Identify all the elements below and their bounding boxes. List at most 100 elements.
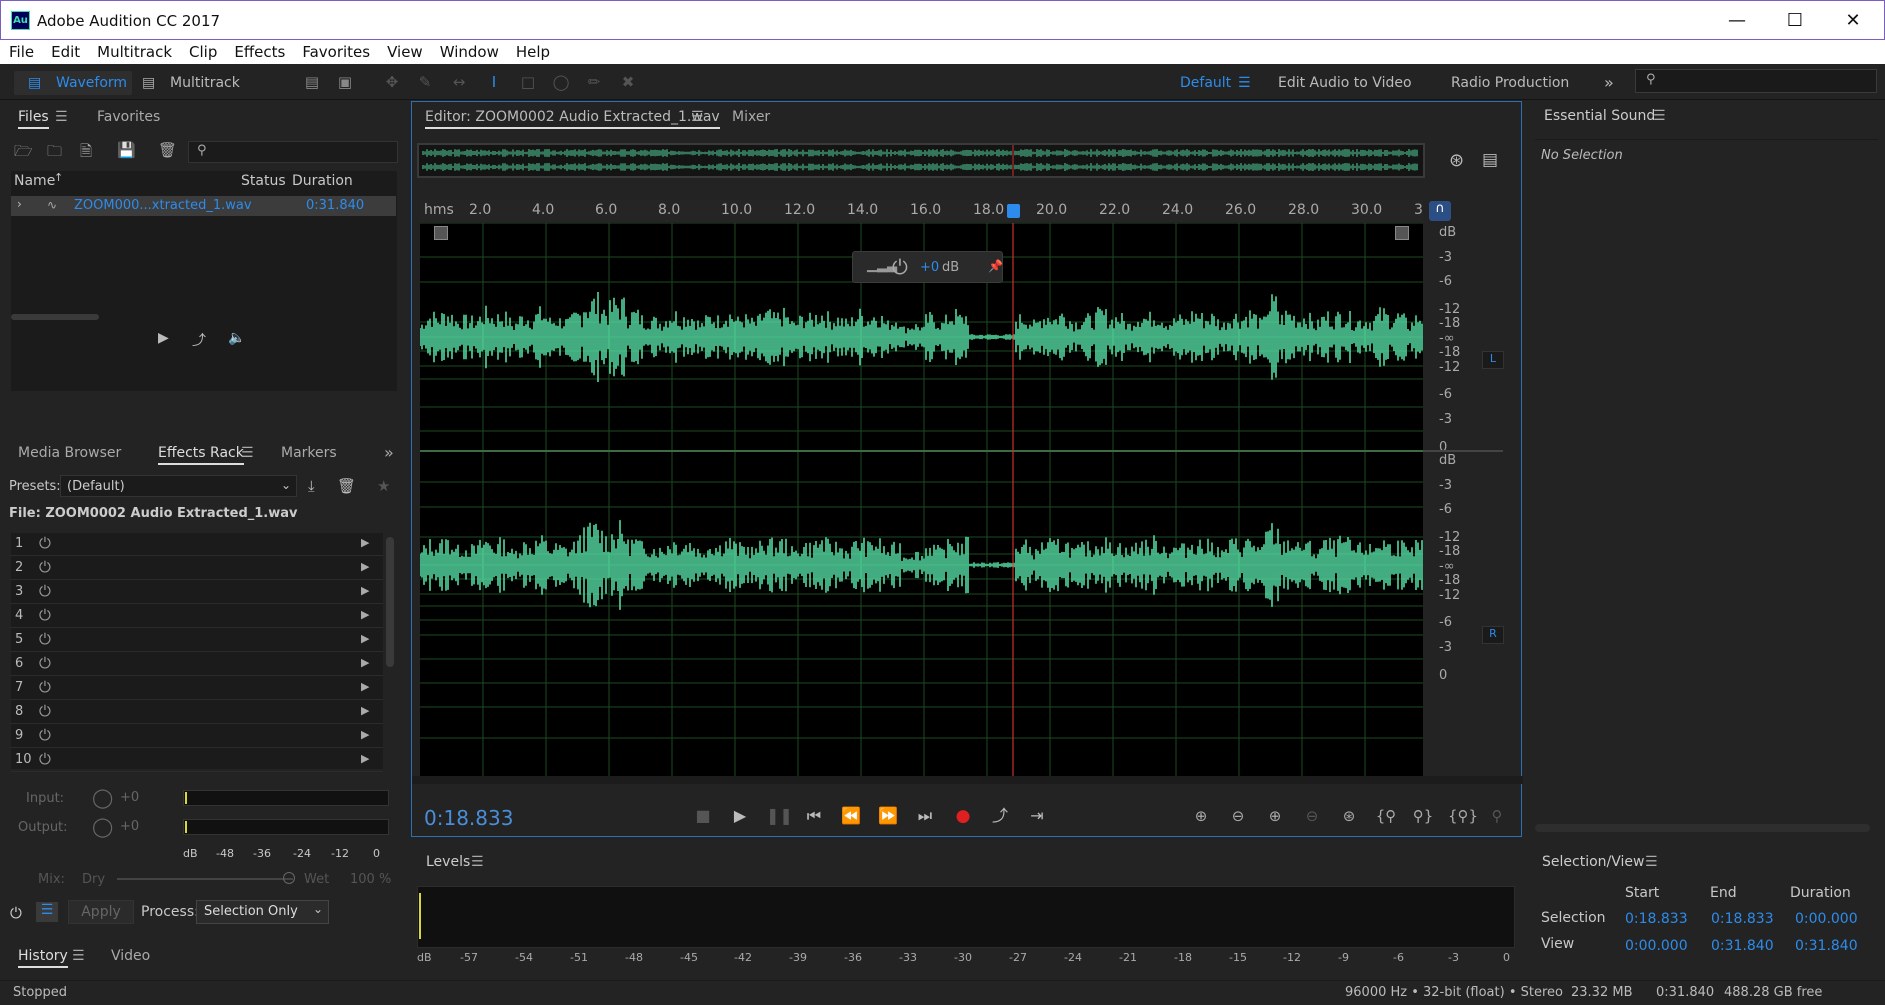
selection-view-menu-icon[interactable]: ☰ bbox=[1645, 854, 1658, 870]
power-icon[interactable]: ⏻ bbox=[39, 534, 51, 552]
power-icon[interactable]: ⏻ bbox=[39, 702, 51, 720]
slot-arrow-icon[interactable]: ▶ bbox=[361, 728, 369, 741]
pitch-display-icon[interactable]: ▣ bbox=[335, 73, 355, 91]
input-gain-value[interactable]: +0 bbox=[120, 790, 139, 805]
files-horizontal-scrollbar[interactable] bbox=[11, 314, 99, 320]
power-icon[interactable]: ⏻ bbox=[39, 678, 51, 696]
column-status[interactable]: Status bbox=[241, 173, 286, 189]
file-row[interactable]: › ∿ ZOOM000...xtracted_1.wav 0:31.840 bbox=[11, 196, 396, 216]
workspace-default[interactable]: Default bbox=[1180, 71, 1231, 95]
previous-button[interactable]: ⏮ bbox=[803, 805, 825, 827]
effect-slot[interactable]: 1 ⏻ ▶ bbox=[11, 533, 383, 556]
power-icon[interactable]: ⏻ bbox=[39, 630, 51, 648]
workspace-radio-production[interactable]: Radio Production bbox=[1451, 71, 1569, 95]
zoom-in-amplitude-icon[interactable]: ⊕ bbox=[1189, 805, 1213, 827]
menu-file[interactable]: File bbox=[9, 43, 34, 61]
skip-selection-button[interactable]: ⇥ bbox=[1026, 805, 1048, 827]
power-icon[interactable]: ⏻ bbox=[39, 558, 51, 576]
favorite-star-icon[interactable]: ★ bbox=[377, 477, 390, 495]
razor-tool-icon[interactable]: ✎ bbox=[415, 73, 435, 91]
zoom-out-full-icon[interactable]: ⊛ bbox=[1337, 805, 1361, 827]
overview-menu-icon[interactable]: ▤ bbox=[1482, 150, 1498, 170]
power-icon[interactable]: ⏻ bbox=[39, 582, 51, 600]
files-panel-menu-icon[interactable]: ☰ bbox=[55, 109, 68, 125]
loop-preview-icon[interactable]: ⤴ bbox=[192, 330, 206, 350]
rack-list-icon[interactable]: ☰ bbox=[36, 902, 58, 922]
horizontal-scrollbar[interactable] bbox=[412, 776, 1523, 784]
more-workspaces-icon[interactable]: » bbox=[1604, 71, 1614, 95]
rack-power-icon[interactable]: ⏻ bbox=[10, 904, 22, 922]
mix-slider[interactable] bbox=[117, 878, 293, 880]
tab-favorites[interactable]: Favorites bbox=[97, 109, 160, 125]
effect-slot[interactable]: 3 ⏻ ▶ bbox=[11, 581, 383, 604]
zoom-out-amplitude-icon[interactable]: ⊖ bbox=[1226, 805, 1250, 827]
tab-media-browser[interactable]: Media Browser bbox=[18, 445, 121, 461]
slot-arrow-icon[interactable]: ▶ bbox=[361, 680, 369, 693]
output-gain-value[interactable]: +0 bbox=[120, 819, 139, 834]
slot-arrow-icon[interactable]: ▶ bbox=[361, 752, 369, 765]
effect-slot[interactable]: 10 ⏻ ▶ bbox=[11, 749, 383, 772]
playhead-handle[interactable] bbox=[1007, 204, 1020, 218]
workspace-edit-audio-to-video[interactable]: Edit Audio to Video bbox=[1278, 71, 1412, 95]
essential-sound-scrollbar[interactable] bbox=[1535, 824, 1870, 832]
power-icon[interactable]: ⏻ bbox=[39, 750, 51, 768]
selection-duration[interactable]: 0:00.000 bbox=[1795, 911, 1858, 927]
column-name[interactable]: Name bbox=[14, 173, 55, 189]
multitrack-view-button[interactable]: ▤ Multitrack bbox=[140, 71, 245, 95]
effect-slot[interactable]: 5 ⏻ ▶ bbox=[11, 629, 383, 652]
effect-slot[interactable]: 8 ⏻ ▶ bbox=[11, 701, 383, 724]
output-gain-knob-icon[interactable]: ◯ bbox=[92, 816, 113, 838]
stop-button[interactable]: ■ bbox=[692, 805, 714, 827]
marquee-tool-icon[interactable]: □ bbox=[518, 73, 538, 91]
selection-start[interactable]: 0:18.833 bbox=[1625, 911, 1688, 927]
view-end[interactable]: 0:31.840 bbox=[1711, 938, 1774, 954]
view-duration[interactable]: 0:31.840 bbox=[1795, 938, 1858, 954]
tab-mixer[interactable]: Mixer bbox=[732, 109, 770, 125]
autoplay-icon[interactable]: 🔈 bbox=[228, 330, 245, 346]
zoom-out-time-icon[interactable]: ⊖ bbox=[1300, 805, 1324, 827]
effect-slot[interactable]: 7 ⏻ ▶ bbox=[11, 677, 383, 700]
zoom-out-point-icon[interactable]: ⚲} bbox=[1411, 805, 1435, 827]
open-file-icon[interactable]: 🗁 bbox=[14, 141, 33, 166]
mix-slider-handle[interactable] bbox=[283, 872, 295, 884]
menu-effects[interactable]: Effects bbox=[234, 43, 285, 61]
menu-multitrack[interactable]: Multitrack bbox=[97, 43, 172, 61]
next-button[interactable]: ⏭ bbox=[914, 805, 936, 827]
snap-magnet-icon[interactable]: ∩ bbox=[1429, 201, 1451, 221]
tab-editor[interactable]: Editor: ZOOM0002 Audio Extracted_1.wav bbox=[425, 109, 720, 129]
channel-right-toggle[interactable]: R bbox=[1482, 626, 1504, 644]
slot-arrow-icon[interactable]: ▶ bbox=[361, 656, 369, 669]
save-file-icon[interactable]: 💾 bbox=[117, 141, 136, 159]
new-file-icon[interactable]: 🗎 bbox=[80, 141, 92, 166]
more-panels-icon[interactable]: » bbox=[384, 443, 394, 462]
fade-out-handle-icon[interactable] bbox=[1395, 226, 1409, 240]
spectral-display-icon[interactable]: ▤ bbox=[302, 73, 322, 91]
effects-panel-menu-icon[interactable]: ☰ bbox=[241, 445, 254, 461]
history-panel-menu-icon[interactable]: ☰ bbox=[72, 948, 85, 964]
time-ruler[interactable]: hms 2.0 4.0 6.0 8.0 10.0 12.0 14.0 16.0 18.0 20.0 2… bbox=[420, 200, 1423, 222]
menu-edit[interactable]: Edit bbox=[51, 43, 80, 61]
pin-icon[interactable]: 📌 bbox=[988, 259, 1003, 273]
tab-markers[interactable]: Markers bbox=[281, 445, 337, 461]
move-tool-icon[interactable]: ✥ bbox=[382, 73, 402, 91]
selection-view-title[interactable]: Selection/View bbox=[1542, 854, 1644, 870]
play-button[interactable]: ▶ bbox=[729, 805, 751, 827]
minimize-button[interactable]: — bbox=[1708, 1, 1766, 41]
slot-arrow-icon[interactable]: ▶ bbox=[361, 560, 369, 573]
slot-arrow-icon[interactable]: ▶ bbox=[361, 608, 369, 621]
zoom-selection-icon[interactable]: {⚲} bbox=[1448, 805, 1478, 827]
process-dropdown[interactable]: Selection Only ⌄ bbox=[196, 900, 329, 924]
effects-vertical-scrollbar[interactable] bbox=[386, 537, 394, 667]
gain-knob-icon[interactable]: ⏻ bbox=[892, 255, 908, 279]
maximize-button[interactable]: ☐ bbox=[1766, 1, 1824, 41]
menu-clip[interactable]: Clip bbox=[189, 43, 217, 61]
pause-button[interactable]: ❚❚ bbox=[766, 805, 793, 827]
files-search-input[interactable]: ⚲ bbox=[188, 141, 398, 163]
slip-tool-icon[interactable]: ↔ bbox=[449, 73, 469, 91]
play-preview-icon[interactable]: ▶ bbox=[158, 330, 169, 346]
power-icon[interactable]: ⏻ bbox=[39, 606, 51, 624]
time-selection-tool-icon[interactable]: I bbox=[484, 73, 504, 91]
fast-forward-button[interactable]: ⏩ bbox=[877, 805, 899, 827]
overview-bar[interactable] bbox=[417, 143, 1425, 178]
loop-playback-button[interactable]: ⤴ bbox=[989, 805, 1011, 827]
